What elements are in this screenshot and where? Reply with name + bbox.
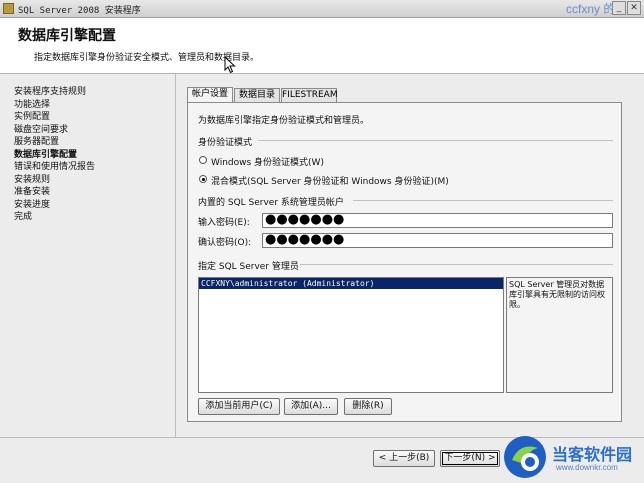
sidebar-item-install-rules[interactable]: 安装规则	[14, 172, 174, 185]
tab-account-settings[interactable]: 帐户设置	[187, 87, 233, 102]
confirm-password-input[interactable]: ●●●●●●●	[262, 233, 613, 248]
page-header: 数据库引擎配置 指定数据库引擎身份验证安全模式、管理员和数据目录。	[0, 18, 644, 74]
sidebar-item-db-engine-config[interactable]: 数据库引擎配置	[14, 147, 174, 160]
admins-listbox[interactable]: CCFXNY\administrator (Administrator)	[198, 277, 504, 393]
windows-auth-radio[interactable]	[199, 156, 207, 164]
account-settings-panel: 为数据库引擎指定身份验证模式和管理员。 身份验证模式 Windows 身份验证模…	[187, 102, 622, 422]
tab-filestream[interactable]: FILESTREAM	[281, 88, 338, 102]
sidebar-item-install-progress[interactable]: 安装进度	[14, 197, 174, 210]
confirm-password-label: 确认密码(O):	[198, 238, 252, 248]
back-button[interactable]: < 上一步(B)	[373, 450, 435, 467]
sidebar-item-server-config[interactable]: 服务器配置	[14, 134, 174, 147]
sa-account-group-line	[353, 200, 613, 201]
sql-server-app-icon	[3, 3, 14, 14]
minimize-button[interactable]: _	[612, 1, 626, 15]
admins-group-label: 指定 SQL Server 管理员	[198, 262, 299, 272]
site-logo-text: 当客软件园	[552, 447, 633, 464]
site-logo-icon	[504, 436, 546, 478]
close-button[interactable]: ✕	[627, 1, 641, 15]
auth-mode-group-line	[258, 140, 613, 141]
next-button[interactable]: 下一步(N) >	[440, 450, 500, 467]
password-label: 输入密码(E):	[198, 218, 250, 228]
mixed-mode-label[interactable]: 混合模式(SQL Server 身份验证和 Windows 身份验证)(M)	[211, 174, 449, 187]
minimize-icon: _	[616, 3, 622, 13]
admin-list-item[interactable]: CCFXNY\administrator (Administrator)	[199, 278, 503, 289]
window-titlebar[interactable]: SQL Server 2008 安装程序 ccfxny 的 _ ✕	[0, 0, 644, 18]
watermark-text: ccfxny 的	[566, 2, 616, 16]
mixed-mode-radio[interactable]	[199, 175, 207, 183]
page-title: 数据库引擎配置	[18, 28, 116, 44]
sidebar-item-feature-selection[interactable]: 功能选择	[14, 97, 174, 110]
sidebar-item-ready-to-install[interactable]: 准备安装	[14, 184, 174, 197]
add-current-user-button[interactable]: 添加当前用户(C)	[198, 398, 280, 415]
remove-admin-button[interactable]: 删除(R)	[344, 398, 392, 415]
admins-info-text: SQL Server 管理员对数据库引擎具有无限制的访问权限。	[506, 277, 613, 393]
windows-auth-label[interactable]: Windows 身份验证模式(W)	[211, 155, 324, 168]
account-intro-text: 为数据库引擎指定身份验证模式和管理员。	[198, 116, 370, 126]
sidebar-divider	[175, 74, 176, 437]
tab-data-directories[interactable]: 数据目录	[234, 88, 280, 102]
sidebar-item-complete[interactable]: 完成	[14, 209, 174, 222]
add-admin-button[interactable]: 添加(A)...	[284, 398, 338, 415]
main-area: 安装程序支持规则 功能选择 实例配置 磁盘空间要求 服务器配置 数据库引擎配置 …	[0, 74, 644, 437]
mouse-pointer-icon	[224, 56, 236, 74]
password-input[interactable]: ●●●●●●●	[262, 213, 613, 228]
site-logo-url: www.downkr.com	[556, 463, 618, 472]
sidebar-item-error-reporting[interactable]: 错误和使用情况报告	[14, 159, 174, 172]
admins-group-line	[300, 264, 613, 265]
sidebar-item-disk-space[interactable]: 磁盘空间要求	[14, 122, 174, 135]
auth-mode-group-label: 身份验证模式	[198, 138, 253, 148]
sa-account-group-label: 内置的 SQL Server 系统管理员帐户	[198, 198, 344, 208]
window-title: SQL Server 2008 安装程序	[18, 6, 141, 16]
sidebar-item-instance-config[interactable]: 实例配置	[14, 109, 174, 122]
sidebar-steps: 安装程序支持规则 功能选择 实例配置 磁盘空间要求 服务器配置 数据库引擎配置 …	[14, 84, 174, 222]
close-icon: ✕	[630, 3, 638, 13]
sidebar-item-setup-support-rules[interactable]: 安装程序支持规则	[14, 84, 174, 97]
